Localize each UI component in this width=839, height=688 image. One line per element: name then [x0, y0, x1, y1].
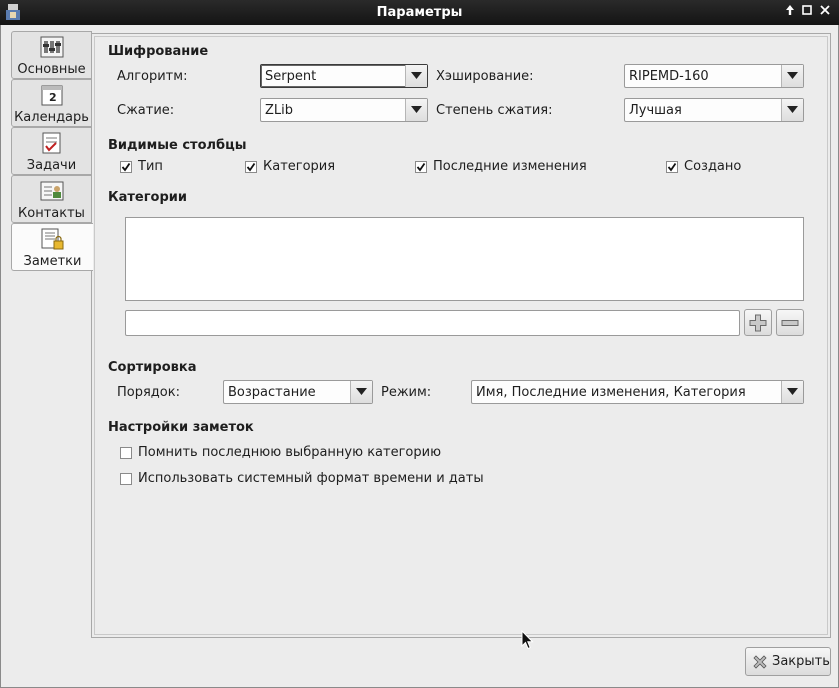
checkmark-icon — [416, 162, 426, 172]
tab-label: Задачи — [26, 158, 77, 173]
tab-general[interactable]: Основные — [11, 31, 92, 79]
visible-columns-heading: Видимые столбцы — [108, 138, 247, 153]
checkbox-box[interactable] — [245, 161, 257, 173]
checkmark-icon — [246, 162, 256, 172]
compression-label: Сжатие: — [117, 103, 175, 118]
close-button[interactable]: Закрыть — [745, 647, 831, 676]
order-label: Порядок: — [117, 385, 180, 400]
chevron-down-icon — [787, 72, 798, 79]
close-window-button[interactable] — [817, 4, 833, 20]
close-x-icon — [753, 655, 767, 669]
close-button-label: Закрыть — [772, 654, 830, 669]
settings-icon — [40, 36, 64, 58]
compression-level-value: Лучшая — [629, 103, 682, 118]
compression-level-select[interactable]: Лучшая — [624, 98, 804, 122]
tab-label: Календарь — [14, 110, 89, 125]
checkbox-box[interactable] — [120, 447, 132, 459]
checkmark-icon — [667, 162, 677, 172]
mode-select[interactable]: Имя, Последние изменения, Категория — [471, 380, 804, 404]
close-icon — [820, 5, 830, 15]
keep-above-button[interactable] — [782, 4, 798, 20]
tasks-icon — [42, 132, 61, 154]
notes-icon — [41, 228, 64, 250]
tab-label: Контакты — [18, 206, 85, 221]
algorithm-label: Алгоритм: — [117, 69, 188, 84]
checkmark-icon — [121, 162, 131, 172]
checkbox-box[interactable] — [120, 161, 132, 173]
title-bar: Параметры — [0, 0, 839, 25]
minus-icon — [781, 320, 799, 326]
hashing-select[interactable]: RIPEMD-160 — [624, 64, 804, 88]
tab-notes[interactable]: Заметки — [11, 223, 93, 271]
checkbox-label: Категория — [263, 159, 336, 174]
mode-value: Имя, Последние изменения, Категория — [476, 385, 746, 400]
settings-window: Основные 2 Календарь Задачи Контакты Зам… — [0, 25, 839, 688]
algorithm-value: Serpent — [265, 69, 317, 84]
tab-label: Заметки — [23, 254, 82, 269]
arrow-up-icon — [786, 5, 794, 15]
checkbox-box[interactable] — [666, 161, 678, 173]
note-settings-heading: Настройки заметок — [108, 420, 254, 435]
tab-tasks[interactable]: Задачи — [11, 127, 92, 175]
mode-label: Режим: — [381, 385, 432, 400]
chevron-down-icon — [356, 388, 367, 395]
chevron-down-icon — [411, 106, 422, 113]
svg-text:2: 2 — [49, 91, 57, 104]
sorting-heading: Сортировка — [108, 360, 197, 375]
hashing-label: Хэширование: — [436, 69, 534, 84]
order-value: Возрастание — [228, 385, 316, 400]
checkbox-label: Создано — [684, 159, 742, 174]
mouse-pointer-icon — [521, 630, 534, 650]
remove-category-button[interactable] — [776, 309, 804, 336]
add-category-button[interactable] — [744, 309, 772, 336]
checkbox-label: Тип — [138, 159, 163, 174]
compression-dropdown-button[interactable] — [405, 99, 427, 121]
encryption-heading: Шифрование — [108, 44, 209, 59]
chevron-down-icon — [787, 106, 798, 113]
new-category-input[interactable] — [125, 310, 740, 336]
algorithm-select[interactable]: Serpent — [260, 64, 428, 88]
maximize-icon — [802, 5, 812, 15]
checkbox-label: Помнить последнюю выбранную категорию — [138, 445, 442, 460]
hashing-value: RIPEMD-160 — [629, 69, 709, 84]
chevron-down-icon — [411, 72, 422, 79]
maximize-button[interactable] — [799, 4, 815, 20]
hashing-dropdown-button[interactable] — [781, 65, 803, 87]
compression-level-label: Степень сжатия: — [436, 103, 553, 118]
categories-heading: Категории — [108, 190, 187, 205]
checkbox-label: Использовать системный формат времени и … — [138, 471, 484, 486]
compression-value: ZLib — [265, 103, 294, 118]
tab-label: Основные — [17, 62, 86, 77]
compression-select[interactable]: ZLib — [260, 98, 428, 122]
order-dropdown-button[interactable] — [350, 381, 372, 403]
tab-contacts[interactable]: Контакты — [11, 175, 92, 223]
checkbox-label: Последние изменения — [433, 159, 587, 174]
plus-icon — [749, 314, 767, 332]
checkbox-box[interactable] — [120, 473, 132, 485]
order-select[interactable]: Возрастание — [223, 380, 373, 404]
algorithm-dropdown-button[interactable] — [405, 65, 427, 87]
calendar-icon: 2 — [41, 85, 63, 106]
compression-level-dropdown-button[interactable] — [781, 99, 803, 121]
tab-calendar[interactable]: 2 Календарь — [11, 79, 92, 127]
contacts-icon — [40, 181, 64, 201]
mode-dropdown-button[interactable] — [781, 381, 803, 403]
categories-list[interactable] — [125, 217, 804, 301]
checkbox-box[interactable] — [415, 161, 427, 173]
notes-settings-panel: Шифрование Алгоритм: Serpent Хэширование… — [91, 33, 831, 638]
chevron-down-icon — [787, 388, 798, 395]
window-title: Параметры — [376, 5, 463, 20]
